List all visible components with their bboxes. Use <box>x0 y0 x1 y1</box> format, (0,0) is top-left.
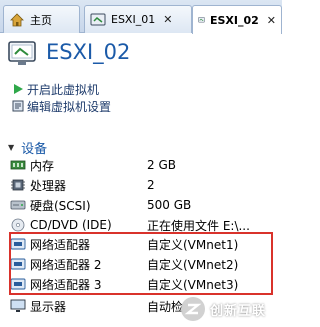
collapse-triangle-icon: ▼ <box>8 143 15 152</box>
display-icon <box>10 299 26 312</box>
device-name: 硬盘(SCSI) <box>30 198 91 213</box>
device-value: 自动检 <box>147 299 184 314</box>
action-label: 开启此虚拟机 <box>27 82 100 97</box>
play-icon <box>14 84 23 94</box>
cd-dvd-icon <box>11 218 25 232</box>
vmware-workstation-vm-summary: 主页 ESXI_01 ✕ ESXI_02 ✕ ESXI_02 开启此虚拟机 编辑… <box>0 0 282 327</box>
vm-icon <box>90 13 106 25</box>
device-row-processor[interactable]: 处理器 2 <box>10 175 276 195</box>
highlight-annotation-box <box>9 232 273 295</box>
close-icon[interactable]: ✕ <box>267 14 276 27</box>
edit-settings-icon <box>12 100 24 112</box>
device-value: 500 GB <box>147 198 192 212</box>
tab-label: ESXI_02 <box>209 13 259 27</box>
hard-disk-icon <box>10 200 26 210</box>
device-row-memory[interactable]: 内存 2 GB <box>10 155 276 175</box>
memory-icon <box>10 160 26 170</box>
device-value: 正在使用文件 E:\... <box>147 218 250 233</box>
device-name: 显示器 <box>30 299 67 314</box>
vm-icon <box>198 17 205 23</box>
watermark-logo-icon <box>181 297 205 321</box>
tab-bar: 主页 ESXI_01 ✕ ESXI_02 ✕ <box>0 0 282 34</box>
device-row-hard-disk[interactable]: 硬盘(SCSI) 500 GB <box>10 195 276 215</box>
vm-title: ESXI_02 <box>46 40 131 64</box>
tab-label: ESXI_01 <box>111 13 156 26</box>
tab-esxi-01[interactable]: ESXI_01 ✕ <box>84 5 192 33</box>
device-name: 内存 <box>30 158 55 173</box>
tab-label: 主页 <box>30 13 52 27</box>
processor-icon <box>11 179 25 191</box>
close-icon[interactable]: ✕ <box>163 13 172 26</box>
device-name: CD/DVD (IDE) <box>30 218 112 232</box>
tab-esxi-02[interactable]: ESXI_02 ✕ <box>192 5 282 34</box>
watermark: 创新互联 <box>180 294 282 324</box>
edit-vm-settings-link[interactable]: 编辑虚拟机设置 <box>12 98 111 114</box>
device-value: 2 <box>147 178 155 192</box>
tab-home[interactable]: 主页 <box>3 5 80 33</box>
device-name: 处理器 <box>30 178 67 193</box>
watermark-text: 创新互联 <box>210 303 267 319</box>
home-icon <box>10 12 24 26</box>
action-label: 编辑虚拟机设置 <box>27 99 112 114</box>
power-on-vm-link[interactable]: 开启此虚拟机 <box>12 81 99 97</box>
vm-header: ESXI_02 <box>0 33 282 73</box>
vm-icon <box>8 41 36 65</box>
device-value: 2 GB <box>147 158 176 172</box>
